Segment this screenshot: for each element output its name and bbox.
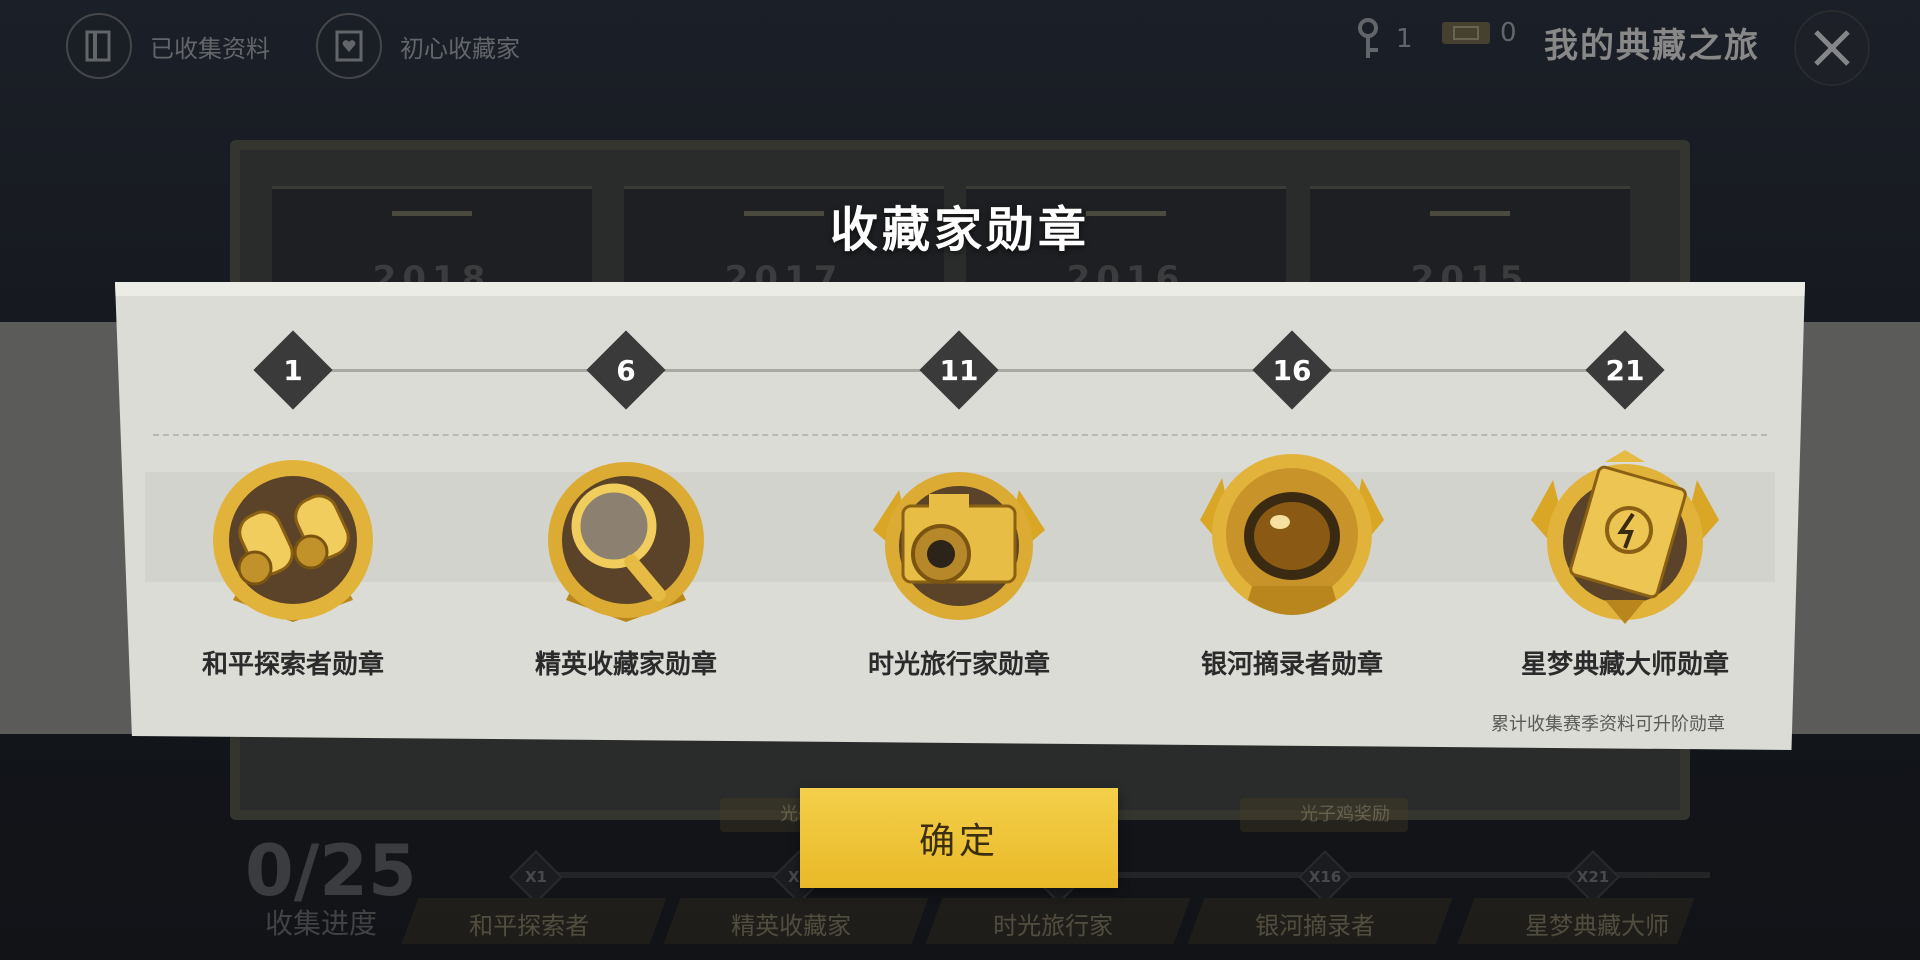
medal-name: 精英收藏家勋章	[534, 650, 717, 680]
tier-chip[interactable]: 精英收藏家	[663, 898, 929, 944]
progress-node: X21	[1566, 850, 1620, 904]
milestone-marker: 6	[586, 330, 666, 410]
medal-panel: 1 6 11 16 21 和平探索者勋章 精英收藏家勋章 时光旅行家勋章 银河摘…	[115, 282, 1805, 750]
panel-divider	[153, 434, 1767, 436]
medal-name: 和平探索者勋章	[201, 650, 384, 680]
magnifier-medal-icon[interactable]	[526, 450, 726, 630]
modal-title: 收藏家勋章	[829, 202, 1090, 258]
book-medal-icon[interactable]	[1525, 450, 1725, 630]
close-button[interactable]	[1794, 10, 1870, 86]
key-icon	[1358, 18, 1378, 58]
medal-name: 时光旅行家勋章	[867, 650, 1050, 680]
collected-data-button[interactable]: 已收集资料	[66, 12, 270, 80]
collected-data-label: 已收集资料	[150, 34, 270, 63]
beginner-collector-button[interactable]: 初心收藏家	[316, 12, 520, 80]
key-count: 1	[1396, 24, 1413, 54]
milestone-marker: 16	[1252, 330, 1332, 410]
beginner-collector-label: 初心收藏家	[400, 34, 520, 63]
medal-name: 银河摘录者勋章	[1200, 650, 1383, 680]
tier-chip[interactable]: 和平探索者	[401, 898, 667, 944]
tier-chip[interactable]: 时光旅行家	[925, 898, 1191, 944]
progress-node: X1	[509, 850, 563, 904]
milestone-marker: 11	[919, 330, 999, 410]
upgrade-hint: 累计收集赛季资料可升阶勋章	[1491, 714, 1725, 735]
tier-chip[interactable]: 银河摘录者	[1187, 898, 1453, 944]
progress-count: 0/25	[245, 830, 417, 912]
binoculars-medal-icon[interactable]	[193, 450, 393, 630]
astronaut-helmet-medal-icon[interactable]	[1192, 450, 1392, 630]
book-icon	[66, 13, 132, 79]
reward-chip[interactable]: 光子鸡奖励	[1240, 798, 1408, 832]
ticket-count: 0	[1500, 18, 1517, 48]
progress-label: 收集进度	[265, 907, 378, 940]
milestone-marker: 1	[253, 330, 333, 410]
heart-card-icon	[316, 13, 382, 79]
confirm-button[interactable]: 确定	[800, 788, 1118, 888]
tier-chip[interactable]: 星梦典藏大师	[1457, 898, 1695, 944]
medal-name: 星梦典藏大师勋章	[1520, 650, 1729, 680]
top-bar: 已收集资料 初心收藏家 1 0 我的典藏之旅	[0, 0, 1920, 96]
progress-track	[540, 872, 1710, 878]
progress-node: X16	[1298, 850, 1352, 904]
ticket-icon	[1442, 22, 1490, 44]
milestone-marker: 21	[1585, 330, 1665, 410]
close-icon	[1814, 30, 1850, 66]
key-counter: 1	[1350, 18, 1413, 60]
journey-title: 我的典藏之旅	[1544, 26, 1760, 66]
ticket-counter: 0	[1440, 18, 1517, 48]
camera-medal-icon[interactable]	[859, 450, 1059, 630]
